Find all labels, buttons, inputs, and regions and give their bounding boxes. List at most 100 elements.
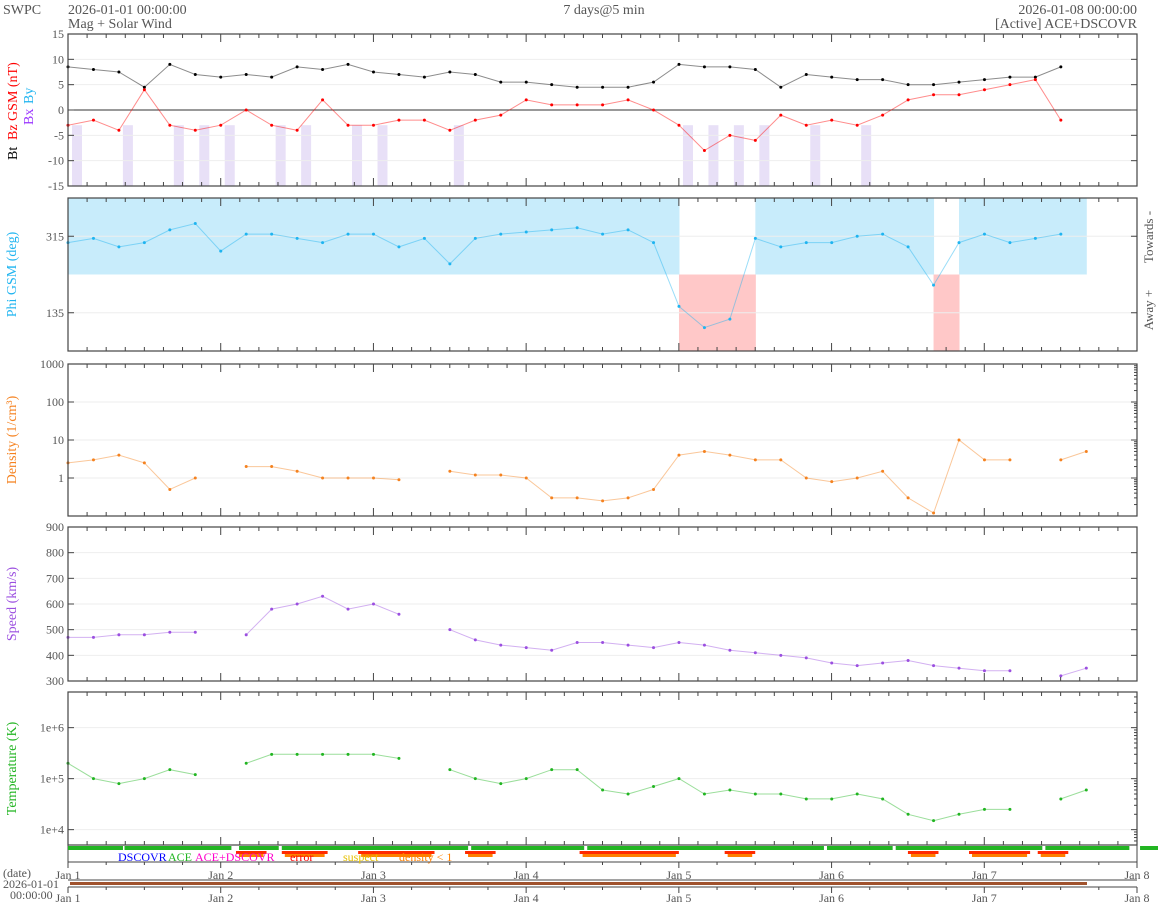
source-segment-ace: [895, 846, 1043, 850]
speed-axis-label: Speed (km/s): [5, 567, 20, 642]
y-tick-label: 1e+4: [40, 823, 64, 837]
source-strip: DSCOVR ACE ACE+DSCOVR error suspect density <…: [67, 844, 1158, 864]
y-tick-label: 135: [46, 306, 64, 320]
series-line-speed: [449, 629, 1010, 672]
x-tick-label-bottom: Jan 4: [514, 891, 539, 905]
bx-label: Bx: [22, 109, 37, 125]
southward-bz-band: [72, 125, 82, 186]
y-tick-label: 900: [46, 520, 64, 534]
panel-speed: 900 800 700 600 500 400 300 Speed (km/s): [5, 520, 1138, 688]
series-line-temperature: [1060, 789, 1087, 800]
x-tick-label-bottom: Jan 5: [666, 891, 691, 905]
density-flag-segment: [910, 854, 936, 857]
source-segment-ace: [1140, 846, 1158, 850]
phi-axis-label: Phi GSM (deg): [5, 231, 20, 317]
start-time: 2026-01-01 00:00:00: [68, 3, 187, 18]
by-label: By: [22, 88, 37, 104]
series-line-bt: [67, 63, 1061, 88]
timeline-time: 00:00:00: [10, 888, 53, 902]
density-flag-segment: [468, 854, 493, 857]
density-flag-segment: [582, 854, 676, 857]
series-line-speed: [245, 595, 400, 636]
temperature-axis-label: Temperature (K): [5, 721, 20, 815]
y-tick-label: 300: [46, 674, 64, 688]
southward-bz-band: [199, 125, 210, 186]
error-flag-segment: [724, 851, 756, 854]
y-tick-label: 10: [52, 52, 64, 66]
brand-label: SWPC: [3, 3, 41, 18]
density-flag-segment: [972, 854, 1028, 857]
y-tick-label: 10: [52, 433, 64, 447]
legend-error: error: [290, 850, 313, 864]
y-tick-label: -5: [54, 128, 64, 142]
x-tick-label-bottom: Jan 2: [208, 891, 233, 905]
series-line-density: [67, 454, 196, 491]
time-axis: Jan 1Jan 1Jan 2Jan 2Jan 3Jan 3Jan 4Jan 4…: [3, 862, 1150, 905]
y-tick-label: 315: [46, 229, 64, 243]
panel-frame: [67, 691, 1138, 846]
source-segment-ace: [1045, 846, 1130, 850]
series-line-density: [449, 439, 1010, 514]
panel-density: 1000 100 10 1 Density (1/cm³): [5, 357, 1138, 517]
y-tick-label: 700: [46, 571, 64, 585]
legend-suspect: suspect: [343, 850, 379, 864]
y-tick-label: 100: [46, 395, 64, 409]
source-segment-ace: [471, 846, 585, 850]
x-tick-label-bottom: Jan 3: [361, 891, 386, 905]
southward-bz-band: [861, 125, 872, 186]
southward-bz-band: [810, 125, 821, 186]
southward-bz-band: [733, 125, 744, 186]
source-segment-ace: [826, 846, 893, 850]
y-tick-label: 600: [46, 597, 64, 611]
error-flag-segment: [1037, 851, 1069, 854]
y-tick-label: 500: [46, 623, 64, 637]
legend-ace-dscovr: ACE+DSCOVR: [195, 850, 274, 864]
series-line-speed: [1060, 667, 1087, 677]
density-flag-segment: [727, 854, 753, 857]
legend-density-1: density < 1: [399, 850, 452, 864]
error-flag-segment: [907, 851, 939, 854]
timeline-range-bar: [70, 882, 1087, 885]
error-flag-segment: [465, 851, 496, 854]
x-tick-label-bottom: Jan 8: [1125, 891, 1150, 905]
southward-bz-band: [275, 125, 286, 186]
y-tick-label: 1: [58, 471, 64, 485]
series-line-temperature: [449, 769, 1010, 822]
x-tick-label-bottom: Jan 1: [56, 891, 81, 905]
y-tick-label: 1e+6: [40, 721, 64, 735]
error-flag-segment: [579, 851, 679, 854]
away-label: Away +: [1141, 290, 1156, 330]
source-segment-ace: [68, 846, 123, 850]
series-line-density: [1060, 450, 1087, 461]
y-tick-label: 1000: [40, 357, 64, 371]
southward-bz-band: [122, 125, 133, 186]
x-tick-label-bottom: Jan 7: [972, 891, 997, 905]
solar-wind-chart: SWPC 2026-01-01 00:00:00Mag + Solar Wind 7…: [3, 3, 1158, 905]
panel-temperature: 1e+6 1e+5 1e+4 Temperature (K): [5, 691, 1138, 846]
density-flag-segment: [1040, 854, 1066, 857]
x-tick-label-bottom: Jan 6: [819, 891, 844, 905]
time-span: 7 days@5 min: [563, 3, 644, 18]
y-tick-label: 5: [58, 78, 64, 92]
y-tick-label: 1e+5: [40, 772, 64, 786]
southward-bz-band: [173, 125, 184, 186]
southward-bz-band: [352, 125, 363, 186]
y-tick-label: 400: [46, 648, 64, 662]
y-tick-label: 0: [58, 103, 64, 117]
bt-label: Bt: [6, 147, 21, 160]
towards-label: Towards -: [1141, 211, 1156, 263]
series-line-speed: [68, 631, 196, 638]
bz-label: Bz GSM (nT): [6, 62, 21, 140]
y-tick-label: 15: [52, 27, 64, 41]
southward-bz-band: [453, 125, 464, 186]
error-flag-segment: [969, 851, 1031, 854]
end-time: 2026-01-08 00:00:00: [1018, 3, 1137, 18]
southward-bz-band: [224, 125, 235, 186]
source-segment-ace: [587, 846, 824, 850]
series-line-bz: [67, 79, 1062, 152]
active-source: [Active] ACE+DSCOVR: [995, 17, 1138, 32]
southward-bz-band: [301, 125, 312, 186]
y-tick-label: -10: [48, 154, 64, 168]
southward-bz-band: [377, 125, 388, 186]
panel-mag: 15 10 5 0 -5 -10 -15 Bt Bz GSM (nT) Bx By: [6, 27, 1138, 193]
